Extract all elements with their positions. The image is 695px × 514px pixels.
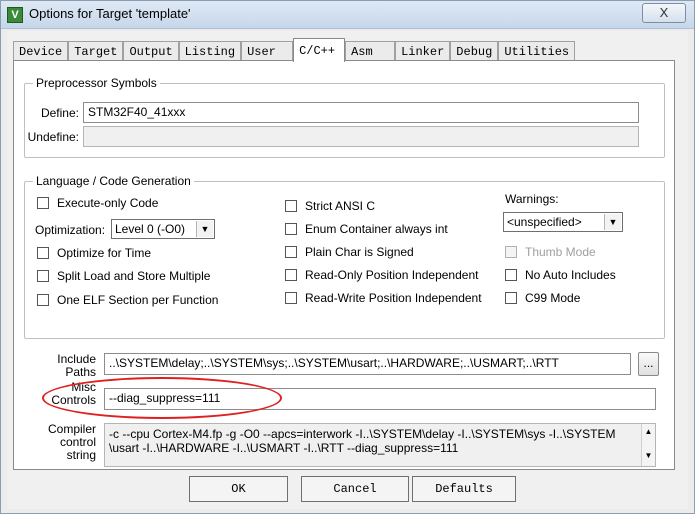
plain-char-label: Plain Char is Signed [305,245,414,259]
no-auto-includes-label: No Auto Includes [525,268,616,282]
warnings-value: <unspecified> [507,215,582,229]
optimization-select[interactable]: Level 0 (-O0) ▼ [111,219,215,239]
optimize-time-checkbox[interactable]: Optimize for Time [37,246,151,260]
enum-container-checkbox[interactable]: Enum Container always int [285,222,448,236]
compiler-label-line-3: string [66,448,96,462]
optimize-time-label: Optimize for Time [57,246,152,260]
one-elf-label: One ELF Section per Function [57,293,219,307]
strict-ansi-label: Strict ANSI C [305,199,376,213]
undefine-input[interactable] [83,126,639,147]
define-label: Define: [40,106,79,120]
tab-target[interactable]: Target [68,41,124,61]
chevron-down-icon: ▼ [196,221,213,237]
include-paths-input[interactable]: ..\SYSTEM\delay;..\SYSTEM\sys;..\SYSTEM\… [104,353,631,375]
no-auto-includes-checkbox[interactable]: No Auto Includes [505,268,616,282]
rwpi-checkbox[interactable]: Read-Write Position Independent [285,291,482,305]
thumb-mode-checkbox[interactable]: Thumb Mode [505,245,596,259]
split-load-checkbox[interactable]: Split Load and Store Multiple [37,269,210,283]
enum-container-label: Enum Container always int [305,222,448,236]
split-load-label: Split Load and Store Multiple [57,269,211,283]
cancel-button[interactable]: Cancel [301,476,409,502]
window-title: Options for Target 'template' [29,6,191,21]
optimization-label: Optimization: [35,223,106,237]
preprocessor-legend: Preprocessor Symbols [33,76,160,90]
checkbox-box [285,292,297,304]
checkbox-box [37,197,49,209]
codegen-legend: Language / Code Generation [33,174,194,188]
checkbox-box [37,247,49,259]
scroll-down-icon[interactable]: ▼ [642,451,655,460]
c99-mode-checkbox[interactable]: C99 Mode [505,291,580,305]
close-button[interactable]: X [642,3,686,23]
c-cpp-panel: Preprocessor Symbols Define: STM32F40_41… [13,60,675,470]
ropi-checkbox[interactable]: Read-Only Position Independent [285,268,478,282]
title-bar: V Options for Target 'template' X [1,1,694,29]
thumb-mode-label: Thumb Mode [525,245,596,259]
preprocessor-group: Preprocessor Symbols Define: STM32F40_41… [24,76,665,158]
include-label: Include Paths [30,353,96,379]
checkbox-box [37,270,49,282]
misc-controls-input[interactable]: --diag_suppress=111 [104,388,656,410]
define-input[interactable]: STM32F40_41xxx [83,102,639,123]
misc-label-line-2: Controls [51,393,96,407]
checkbox-box [505,269,517,281]
checkbox-box [285,269,297,281]
compiler-scrollbar[interactable]: ▲ ▼ [641,424,655,466]
optimization-value: Level 0 (-O0) [115,222,186,236]
checkbox-box [505,292,517,304]
plain-char-checkbox[interactable]: Plain Char is Signed [285,245,414,259]
c99-mode-label: C99 Mode [525,291,581,305]
checkbox-box [285,200,297,212]
compiler-line-1: -c --cpu Cortex-M4.fp -g -O0 --apcs=inte… [109,427,616,441]
ropi-label: Read-Only Position Independent [305,268,479,282]
undefine-label: Undefine: [27,130,79,144]
warnings-select[interactable]: <unspecified> ▼ [503,212,623,232]
dialog-body: Device Target Output Listing User C/C++ … [7,31,688,509]
browse-button[interactable]: ... [638,352,659,376]
tab-linker[interactable]: Linker [395,41,451,61]
tab-device[interactable]: Device [13,41,69,61]
tab-strip: Device Target Output Listing User C/C++ … [13,38,576,62]
checkbox-box [505,246,517,258]
misc-label: Misc Controls [30,381,96,407]
compiler-control-string[interactable]: -c --cpu Cortex-M4.fp -g -O0 --apcs=inte… [104,423,656,467]
options-dialog: V Options for Target 'template' X Device… [0,0,695,514]
warnings-label: Warnings: [505,192,559,206]
keil-app-icon: V [7,7,23,23]
tab-utilities[interactable]: Utilities [498,41,576,61]
one-elf-checkbox[interactable]: One ELF Section per Function [37,293,218,307]
tab-asm[interactable]: Asm [345,41,396,61]
scroll-up-icon[interactable]: ▲ [642,427,655,436]
compiler-line-2: \usart -I..\HARDWARE -I..\USMART -I..\RT… [109,441,459,455]
ok-button[interactable]: OK [189,476,288,502]
chevron-down-icon: ▼ [604,214,621,230]
execute-only-checkbox[interactable]: Execute-only Code [37,196,158,210]
tab-debug[interactable]: Debug [450,41,499,61]
tab-listing[interactable]: Listing [178,41,242,61]
checkbox-box [285,246,297,258]
codegen-group: Language / Code Generation Execute-only … [24,174,665,339]
checkbox-box [285,223,297,235]
rwpi-label: Read-Write Position Independent [305,291,482,305]
tab-user[interactable]: User [241,41,294,61]
include-label-line-2: Paths [65,365,96,379]
tab-output[interactable]: Output [123,41,179,61]
checkbox-box [37,294,49,306]
tab-c-cpp[interactable]: C/C++ [293,38,346,62]
strict-ansi-checkbox[interactable]: Strict ANSI C [285,199,375,213]
compiler-label: Compiler control string [30,423,96,462]
execute-only-label: Execute-only Code [57,196,159,210]
defaults-button[interactable]: Defaults [412,476,516,502]
